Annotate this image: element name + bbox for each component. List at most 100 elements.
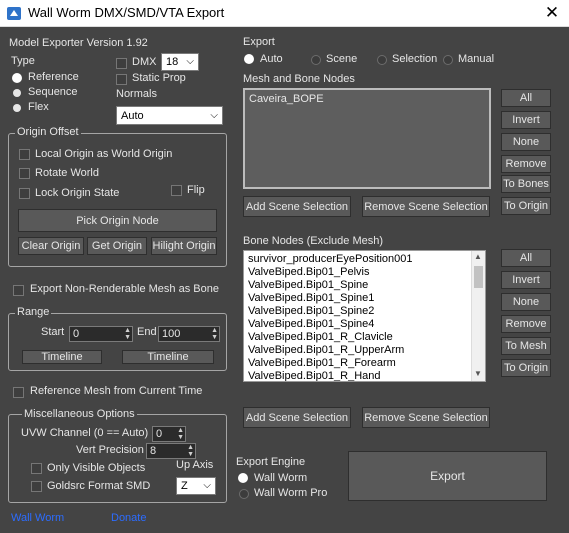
engine-wall-worm-radio[interactable] (239, 474, 247, 482)
up-axis-select[interactable]: Z ⌵ (176, 477, 216, 495)
uvw-channel-spinner[interactable]: 0 ▲ ▼ (152, 426, 186, 442)
start-spinner[interactable]: 0 ▲ ▼ (69, 326, 133, 342)
list-item[interactable]: ValveBiped.Bip01_Spine2 (248, 305, 374, 317)
add-scene-selection-button[interactable]: Add Scene Selection (243, 196, 351, 217)
export-engine-label: Export Engine (236, 456, 306, 468)
export-manual-radio[interactable] (443, 55, 453, 65)
radio-icon (443, 55, 453, 65)
list-item[interactable]: survivor_producerEyePosition001 (248, 253, 412, 265)
engine-wall-worm-pro-radio[interactable] (239, 489, 249, 499)
radio-selected-icon (13, 74, 21, 82)
export-auto-radio[interactable] (245, 55, 253, 63)
spinner-arrows-icon: ▲ ▼ (211, 327, 218, 341)
end-spinner[interactable]: 100 ▲ ▼ (158, 326, 220, 342)
radio-icon (239, 489, 249, 499)
dmx-label: DMX (132, 56, 157, 68)
remove-scene-selection-button[interactable]: Remove Scene Selection (362, 196, 490, 217)
list-item[interactable]: ValveBiped.Bip01_Spine4 (248, 318, 374, 330)
type-sequence-radio[interactable] (13, 89, 21, 97)
reference-mesh-checkbox[interactable] (13, 387, 24, 398)
vert-precision-spinner[interactable]: 8 ▲ ▼ (146, 443, 196, 459)
list-item[interactable]: ValveBiped.Bip01_R_Hand (248, 370, 381, 381)
dmx-checkbox[interactable] (116, 58, 127, 69)
to-mesh-button[interactable]: To Mesh (501, 337, 551, 355)
list-item[interactable]: ValveBiped.Bip01_R_Forearm (248, 357, 396, 369)
radio-selected-icon (245, 55, 253, 63)
export-non-renderable-checkbox[interactable] (13, 285, 24, 296)
goldsrc-checkbox[interactable] (31, 481, 42, 492)
bone-nodes-listbox[interactable]: survivor_producerEyePosition001 ValveBip… (243, 250, 486, 382)
hilight-origin-button[interactable]: Hilight Origin (151, 237, 217, 255)
start-value: 0 (73, 328, 80, 340)
bone-invert-button[interactable]: Invert (501, 271, 551, 289)
type-flex-radio[interactable] (13, 104, 21, 112)
export-manual-label: Manual (458, 53, 495, 65)
close-button[interactable]: ✕ (538, 2, 566, 24)
type-reference-radio[interactable] (13, 74, 21, 82)
remove-scene-selection-button-2[interactable]: Remove Scene Selection (362, 407, 490, 428)
export-selection-radio[interactable] (377, 55, 387, 65)
to-bones-button[interactable]: To Bones (501, 175, 551, 193)
vert-precision-label: Vert Precision (76, 444, 144, 456)
export-button[interactable]: Export (348, 451, 547, 501)
type-label: Type (11, 55, 35, 67)
list-item[interactable]: Caveira_BOPE (249, 93, 324, 105)
chevron-down-icon: ⌵ (203, 480, 211, 491)
normals-select[interactable]: Auto ⌵ (116, 106, 223, 125)
scroll-up-icon[interactable]: ▲ (474, 252, 482, 261)
list-item[interactable]: ValveBiped.Bip01_R_Clavicle (248, 331, 393, 343)
export-non-renderable-label: Export Non-Renderable Mesh as Bone (30, 283, 219, 295)
scrollbar-thumb[interactable] (474, 266, 483, 288)
type-reference-label: Reference (28, 71, 79, 83)
list-item[interactable]: ValveBiped.Bip01_Spine1 (248, 292, 374, 304)
export-label: Export (243, 36, 275, 48)
bone-to-origin-button[interactable]: To Origin (501, 359, 551, 377)
version-label: Model Exporter Version 1.92 (9, 37, 148, 49)
vert-precision-value: 8 (150, 445, 157, 457)
export-scene-radio[interactable] (311, 55, 321, 65)
static-prop-checkbox[interactable] (116, 74, 127, 85)
bone-none-button[interactable]: None (501, 293, 551, 311)
uvw-channel-label: UVW Channel (0 == Auto) (21, 427, 149, 439)
get-origin-button[interactable]: Get Origin (87, 237, 147, 255)
mesh-invert-button[interactable]: Invert (501, 111, 551, 129)
list-item[interactable]: ValveBiped.Bip01_Spine (248, 279, 368, 291)
flip-checkbox[interactable] (171, 185, 182, 196)
list-item[interactable]: ValveBiped.Bip01_Pelvis (248, 266, 369, 278)
spinner-arrows-icon: ▲ ▼ (124, 327, 131, 341)
mesh-bone-listbox[interactable]: Caveira_BOPE (243, 88, 491, 189)
chevron-down-icon: ⌵ (186, 56, 194, 67)
mesh-to-origin-button[interactable]: To Origin (501, 197, 551, 215)
add-scene-selection-button-2[interactable]: Add Scene Selection (243, 407, 351, 428)
chevron-down-icon: ⌵ (210, 110, 218, 121)
pick-origin-node-button[interactable]: Pick Origin Node (18, 209, 217, 232)
donate-link[interactable]: Donate (111, 512, 146, 524)
wall-worm-link[interactable]: Wall Worm (11, 512, 64, 524)
mesh-all-button[interactable]: All (501, 89, 551, 107)
clear-origin-button[interactable]: Clear Origin (18, 237, 84, 255)
list-item[interactable]: ValveBiped.Bip01_R_UpperArm (248, 344, 404, 356)
mesh-bone-label: Mesh and Bone Nodes (243, 73, 355, 85)
timeline-start-button[interactable]: Timeline (22, 350, 102, 364)
local-origin-checkbox[interactable] (19, 149, 30, 160)
type-flex-label: Flex (28, 101, 49, 113)
rotate-world-checkbox[interactable] (19, 168, 30, 179)
lock-origin-checkbox[interactable] (19, 188, 30, 199)
dmx-version-select[interactable]: 18 ⌵ (161, 53, 199, 71)
export-selection-label: Selection (392, 53, 438, 65)
mesh-none-button[interactable]: None (501, 133, 551, 151)
mesh-remove-button[interactable]: Remove (501, 155, 551, 173)
normals-value: Auto (121, 110, 144, 122)
export-scene-label: Scene (326, 53, 358, 65)
scroll-down-icon[interactable]: ▼ (474, 369, 482, 378)
radio-icon (13, 104, 21, 112)
radio-selected-icon (239, 474, 247, 482)
bone-all-button[interactable]: All (501, 249, 551, 267)
only-visible-checkbox[interactable] (31, 463, 42, 474)
scrollbar[interactable]: ▲ ▼ (471, 251, 485, 381)
timeline-end-button[interactable]: Timeline (122, 350, 214, 364)
reference-mesh-label: Reference Mesh from Current Time (30, 385, 203, 397)
bone-remove-button[interactable]: Remove (501, 315, 551, 333)
uvw-channel-value: 0 (156, 428, 163, 440)
app-icon (7, 7, 21, 20)
